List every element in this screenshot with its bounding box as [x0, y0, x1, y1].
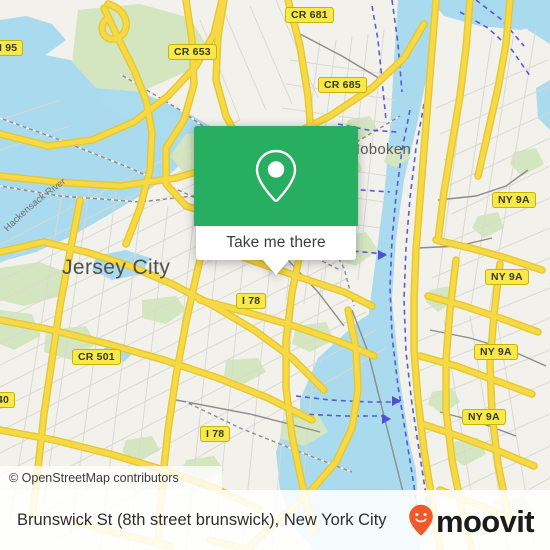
road-shield-40: 40	[0, 392, 16, 408]
take-me-there-button[interactable]: Take me there	[196, 226, 356, 260]
road-shield-ny9a-2: NY 9A	[485, 269, 529, 285]
popup-icon-panel	[194, 126, 358, 226]
map-screenshot: Hackensack River Jersey City Hoboken I 9…	[0, 0, 550, 550]
place-label-jersey-city: Jersey City	[62, 256, 171, 279]
location-title: Brunswick St (8th street brunswick), New…	[17, 510, 387, 529]
road-shield-cr685: CR 685	[318, 77, 367, 93]
popup-pointer	[263, 260, 289, 275]
road-shield-ny9a-4: NY 9A	[462, 409, 506, 425]
road-shield-ny9a-3: NY 9A	[474, 344, 518, 360]
road-shield-ny9a-1: NY 9A	[492, 192, 536, 208]
moovit-logo[interactable]: moovit	[408, 503, 535, 539]
moovit-pin-icon	[409, 504, 433, 536]
road-shield-cr653: CR 653	[168, 44, 217, 60]
osm-attribution[interactable]: © OpenStreetMap contributors	[0, 466, 222, 490]
osm-attribution-text: © OpenStreetMap contributors	[9, 471, 179, 485]
place-label-hoboken: Hoboken	[349, 141, 412, 158]
road-shield-i95: I 95	[0, 40, 24, 56]
road-shield-cr681: CR 681	[285, 7, 334, 23]
take-me-there-label: Take me there	[226, 234, 326, 251]
road-shield-cr501: CR 501	[72, 349, 121, 365]
road-shield-i78-2: I 78	[200, 426, 231, 442]
map-pin-icon	[255, 149, 297, 202]
moovit-wordmark: moovit	[435, 503, 535, 539]
location-popup-card[interactable]: Take me there	[194, 126, 358, 275]
road-shield-i78-1: I 78	[236, 293, 267, 309]
footer-bar: Brunswick St (8th street brunswick), New…	[0, 490, 550, 550]
